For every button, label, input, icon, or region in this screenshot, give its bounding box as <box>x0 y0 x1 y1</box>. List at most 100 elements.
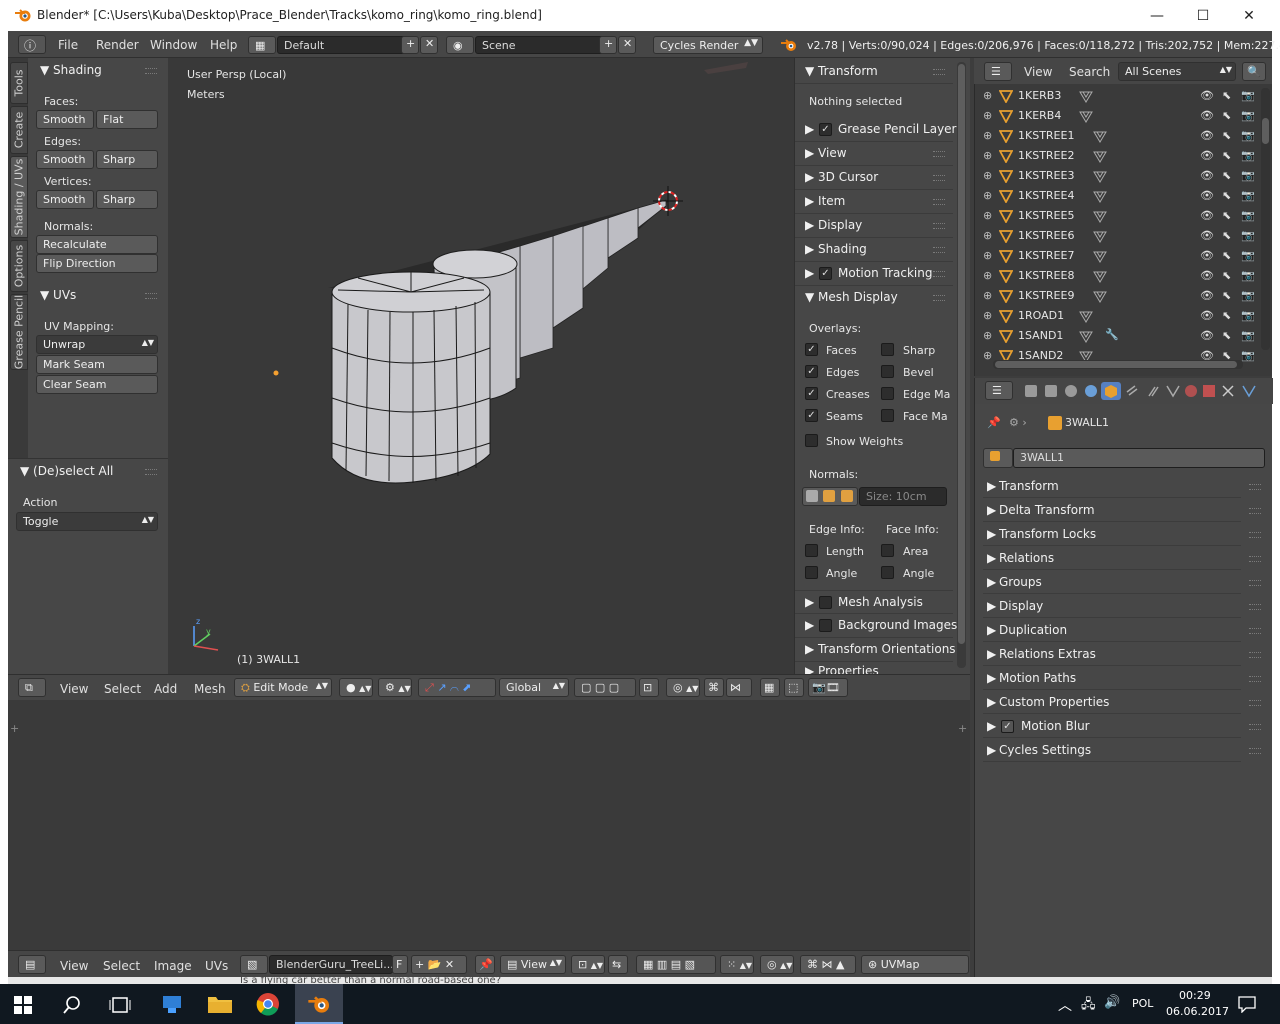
visibility-eye-icon[interactable]: 👁 <box>1200 109 1214 122</box>
panel-grip-icon[interactable] <box>145 469 157 475</box>
face-area-checkbox[interactable] <box>881 544 894 557</box>
selectable-cursor-icon[interactable]: ⬉ <box>1222 229 1231 242</box>
snap-target-icon[interactable]: ▦ <box>760 678 780 697</box>
outliner-row[interactable]: ⊕ 1KSTREE8 👁 ⬉ 📷 <box>975 266 1257 286</box>
display-panel-header[interactable]: ▶ Display <box>795 214 953 238</box>
opengl-render-icon[interactable]: ⬚ <box>784 678 804 697</box>
image-name-field[interactable]: BlenderGuru_TreeLi... <box>269 955 394 974</box>
motion-blur-checkbox[interactable]: ✓ <box>1001 720 1014 733</box>
uv-view-mode-select[interactable]: ▤ View ▲▼ <box>500 955 566 974</box>
outliner-search-menu[interactable]: Search <box>1069 65 1110 79</box>
properties-panel-header[interactable]: ▶ Duplication <box>983 620 1261 642</box>
panel-grip-icon[interactable] <box>1249 508 1261 514</box>
sharp-overlay-checkbox[interactable] <box>881 343 894 356</box>
properties-panel-header[interactable]: ▶ Transform <box>983 476 1261 498</box>
operator-panel-header[interactable]: ▼ (De)select All <box>20 464 113 478</box>
maximize-button[interactable]: ☐ <box>1180 0 1226 31</box>
visibility-eye-icon[interactable]: 👁 <box>1200 209 1214 222</box>
face-marks-overlay-checkbox[interactable] <box>881 409 894 422</box>
panel-grip-icon[interactable] <box>933 247 945 253</box>
show-weights-checkbox[interactable] <box>805 434 818 447</box>
panel-grip-icon[interactable] <box>933 223 945 229</box>
transform-orientations-panel-header[interactable]: ▶ Transform Orientations <box>795 638 956 662</box>
tab-grease-pencil[interactable]: Grease Pencil <box>10 294 28 370</box>
panel-grip-icon[interactable] <box>1249 652 1261 658</box>
face-angle-checkbox[interactable] <box>881 566 894 579</box>
expand-icon[interactable]: ⊕ <box>983 349 992 362</box>
outliner-row[interactable]: ⊕ 1SAND1 🔧 👁 ⬉ 📷 <box>975 326 1257 346</box>
selectable-cursor-icon[interactable]: ⬉ <box>1222 89 1231 102</box>
properties-panel-header[interactable]: ▶ Transform Locks <box>983 524 1261 546</box>
normals-size-field[interactable]: Size: 10cm <box>859 487 947 506</box>
renderable-camera-icon[interactable]: 📷 <box>1241 349 1255 362</box>
selectable-cursor-icon[interactable]: ⬉ <box>1222 189 1231 202</box>
outliner-search-icon[interactable]: 🔍 <box>1242 62 1266 81</box>
expand-icon[interactable]: ⊕ <box>983 149 992 162</box>
unwrap-menu[interactable]: Unwrap ▲▼ <box>36 335 158 354</box>
network-icon[interactable]: 🖧 <box>1081 995 1096 1017</box>
uv-view-menu[interactable]: View <box>60 959 88 973</box>
outliner-editor-type-icon[interactable]: ☰ <box>984 62 1012 81</box>
edges-smooth-button[interactable]: Smooth <box>36 150 94 169</box>
visibility-eye-icon[interactable]: 👁 <box>1200 129 1214 142</box>
select-mode-buttons[interactable]: ▢ ▢ ▢ <box>574 678 636 697</box>
outliner-row[interactable]: ⊕ 1KSTREE9 👁 ⬉ 📷 <box>975 286 1257 306</box>
add-menu[interactable]: Add <box>154 682 177 696</box>
panel-grip-icon[interactable] <box>933 295 945 301</box>
properties-panel-header[interactable]: ▶ Relations Extras <box>983 644 1261 666</box>
panel-grip-icon[interactable] <box>933 151 945 157</box>
clear-seam-button[interactable]: Clear Seam <box>36 375 158 394</box>
selectable-cursor-icon[interactable]: ⬉ <box>1222 269 1231 282</box>
renderable-camera-icon[interactable]: 📷 <box>1241 109 1255 122</box>
motion-tracking-panel-header[interactable]: ▶ ✓ Motion Tracking <box>795 262 953 286</box>
image-new-open-buttons[interactable]: + 📂 ✕ <box>411 955 467 974</box>
expand-icon[interactable]: ⊕ <box>983 309 992 322</box>
uv-pivot-select[interactable]: ⊡ ▲▼ <box>571 955 605 974</box>
uv-image-menu[interactable]: Image <box>154 959 192 973</box>
panel-grip-icon[interactable] <box>1249 580 1261 586</box>
chrome-icon[interactable] <box>256 992 280 1016</box>
tab-options[interactable]: Options <box>10 240 28 292</box>
fake-user-button[interactable]: F <box>392 955 408 974</box>
properties-panel-header[interactable]: ▶ Groups <box>983 572 1261 594</box>
outliner-row[interactable]: ⊕ 1KSTREE6 👁 ⬉ 📷 <box>975 226 1257 246</box>
selectable-cursor-icon[interactable]: ⬉ <box>1222 329 1231 342</box>
tray-chevron-icon[interactable]: ︿ <box>1058 995 1072 1015</box>
visibility-eye-icon[interactable]: 👁 <box>1200 89 1214 102</box>
panel-grip-icon[interactable] <box>933 175 945 181</box>
expand-toolshelf-icon[interactable]: + <box>10 722 19 735</box>
visibility-eye-icon[interactable]: 👁 <box>1200 269 1214 282</box>
panel-grip-icon[interactable] <box>1249 556 1261 562</box>
properties-editor-type-icon[interactable]: ☰ <box>985 381 1013 400</box>
edge-length-checkbox[interactable] <box>805 544 818 557</box>
occlude-geometry-icon[interactable]: ⊡ <box>639 678 659 697</box>
menu-render[interactable]: Render <box>96 38 139 52</box>
mode-select[interactable]: ⛭ Edit Mode ▲▼ <box>234 678 332 697</box>
expand-icon[interactable]: ⊕ <box>983 129 992 142</box>
snap-icon[interactable]: ⌘ <box>704 678 724 697</box>
properties-panel-header[interactable]: ▶ Delta Transform <box>983 500 1261 522</box>
expand-icon[interactable]: ⊕ <box>983 329 992 342</box>
tab-create[interactable]: Create <box>10 106 28 154</box>
minimize-button[interactable]: — <box>1134 0 1180 31</box>
panel-grip-icon[interactable] <box>1249 748 1261 754</box>
properties-context-tabs[interactable] <box>1021 382 1259 400</box>
expand-icon[interactable]: ⊕ <box>983 109 992 122</box>
mark-seam-button[interactable]: Mark Seam <box>36 355 158 374</box>
selectable-cursor-icon[interactable]: ⬉ <box>1222 309 1231 322</box>
mesh-menu[interactable]: Mesh <box>194 682 226 696</box>
recalculate-button[interactable]: Recalculate <box>36 235 158 254</box>
outliner-view-menu[interactable]: View <box>1024 65 1052 79</box>
tab-tools[interactable]: Tools <box>10 62 28 104</box>
uvs-panel-header[interactable]: ▼ UVs <box>40 288 76 302</box>
mesh-display-panel-header[interactable]: ▼ Mesh Display <box>795 286 953 310</box>
edge-marks-overlay-checkbox[interactable] <box>881 387 894 400</box>
scene-field[interactable]: Scene <box>475 36 605 54</box>
snap-element-select[interactable]: ⋈ <box>726 678 752 697</box>
transform-orientation-select[interactable]: Global ▲▼ <box>499 678 569 697</box>
mesh-analysis-panel-header[interactable]: ▶ Mesh Analysis <box>795 590 953 614</box>
selectable-cursor-icon[interactable]: ⬉ <box>1222 169 1231 182</box>
edges-sharp-button[interactable]: Sharp <box>96 150 158 169</box>
windows-start-icon[interactable] <box>14 996 32 1014</box>
tab-shading-uvs[interactable]: Shading / UVs <box>10 156 28 238</box>
